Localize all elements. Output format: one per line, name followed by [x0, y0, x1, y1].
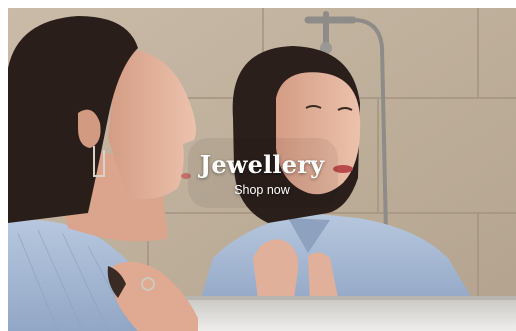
reflection-hand [253, 239, 299, 300]
shop-now-link[interactable]: Shop now [234, 183, 290, 197]
banner-caption: Jewellery Shop now [8, 150, 516, 199]
mirror-frame [158, 296, 516, 331]
jewellery-banner[interactable]: Jewellery Shop now [8, 8, 516, 331]
banner-title: Jewellery [199, 150, 325, 179]
